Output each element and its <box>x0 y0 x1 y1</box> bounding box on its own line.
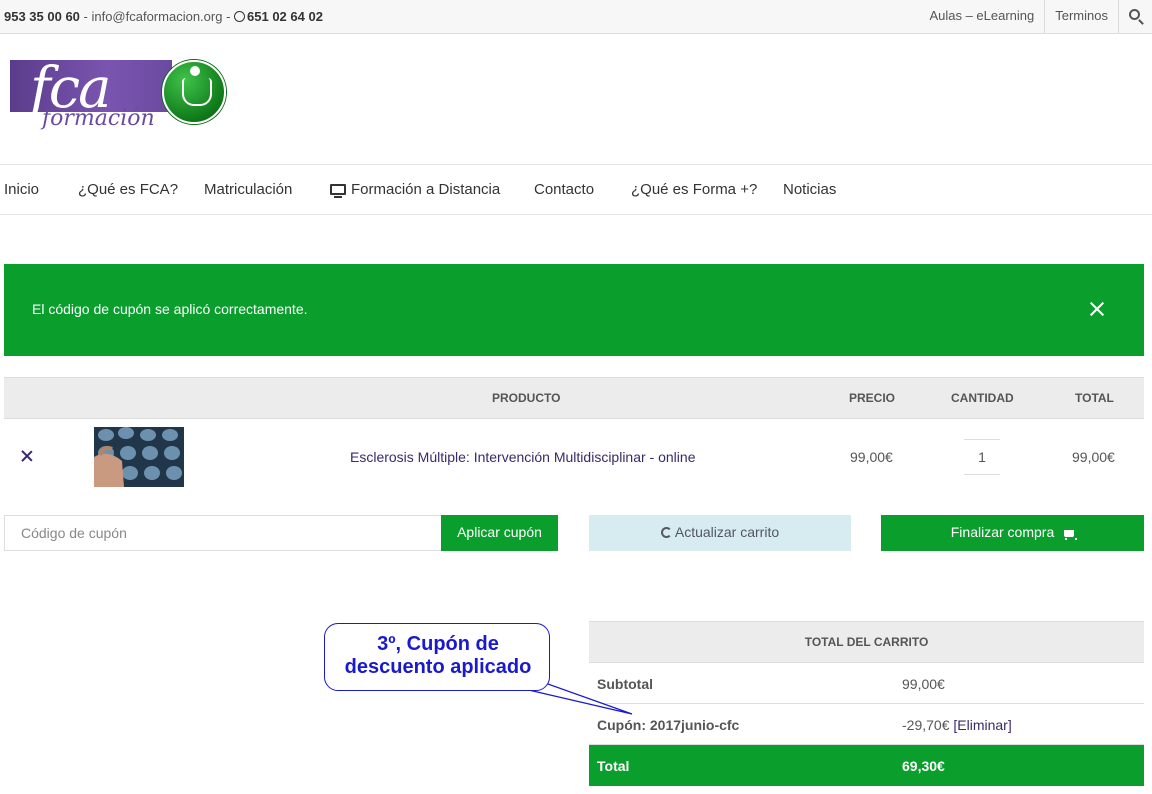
site-logo[interactable]: fca formación <box>8 56 230 146</box>
subtotal-value: 99,00€ <box>902 676 945 692</box>
nav-item-que-es-fca[interactable]: ¿Qué es FCA? <box>78 181 178 198</box>
close-icon[interactable] <box>1088 300 1106 318</box>
nav-item-matriculacion[interactable]: Matriculación <box>204 181 292 198</box>
whatsapp-number[interactable]: 651 02 64 02 <box>247 9 323 24</box>
logo-subtext: formación <box>42 106 155 131</box>
subtotal-label: Subtotal <box>597 676 653 692</box>
top-bar: 953 35 00 60 - info@fcaformacion.org - 6… <box>0 0 1152 34</box>
coupon-label: Cupón: 2017junio-cfc <box>597 717 740 733</box>
separator: - <box>222 9 235 24</box>
product-total: 99,00€ <box>1072 449 1115 465</box>
coupon-value: -29,70€ [Eliminar] <box>902 717 1012 733</box>
search-button[interactable] <box>1118 0 1152 33</box>
logo-globe-icon <box>162 60 226 124</box>
coupon-discount: -29,70€ <box>902 717 950 733</box>
quantity-input[interactable]: 1 <box>964 439 1000 475</box>
search-icon <box>1129 9 1140 20</box>
checkout-button[interactable]: Finalizar compra <box>881 515 1144 551</box>
coupon-code-input[interactable] <box>4 515 442 551</box>
remove-item-icon[interactable] <box>20 449 34 463</box>
callout-line-2: descuento aplicado <box>344 656 532 678</box>
cart-totals: TOTAL DEL CARRITO Subtotal 99,00€ Cupón:… <box>589 621 1144 786</box>
cart-icon <box>1064 530 1078 540</box>
cart-table-header: PRODUCTO PRECIO CANTIDAD TOTAL <box>4 377 1144 419</box>
nav-item-noticias[interactable]: Noticias <box>783 181 836 198</box>
nav-item-label: Formación a Distancia <box>351 181 501 198</box>
whatsapp-icon <box>234 11 246 22</box>
header-total: TOTAL <box>1075 391 1114 405</box>
annotation-callout: 3º, Cupón de descuento aplicado <box>324 623 550 691</box>
aulas-elearning-link[interactable]: Aulas – eLearning <box>919 0 1044 33</box>
top-bar-links: Aulas – eLearning Terminos <box>919 0 1152 33</box>
contact-info: 953 35 00 60 - info@fcaformacion.org - 6… <box>4 9 323 24</box>
callout-line-1: 3º, Cupón de <box>377 633 499 655</box>
header-quantity: CANTIDAD <box>951 391 1014 405</box>
total-value: 69,30€ <box>902 758 945 774</box>
product-price: 99,00€ <box>850 449 893 465</box>
cart-totals-title: TOTAL DEL CARRITO <box>804 635 929 649</box>
header-price: PRECIO <box>849 391 896 405</box>
nav-item-inicio[interactable]: Inicio <box>4 181 39 198</box>
main-nav: Inicio ¿Qué es FCA? Matriculación Formac… <box>0 164 1152 215</box>
refresh-icon <box>660 527 672 538</box>
remove-coupon-link[interactable]: [Eliminar] <box>953 717 1011 733</box>
apply-coupon-button[interactable]: Aplicar cupón <box>441 515 558 551</box>
product-name-link[interactable]: Esclerosis Múltiple: Intervención Multid… <box>350 449 695 465</box>
callout-text: 3º, Cupón de descuento aplicado <box>325 633 551 679</box>
product-image <box>94 427 184 487</box>
update-cart-button[interactable]: Actualizar carrito <box>589 515 851 551</box>
coupon-row: Cupón: 2017junio-cfc -29,70€ [Eliminar] <box>589 704 1144 745</box>
total-label: Total <box>597 758 630 774</box>
cart-totals-header: TOTAL DEL CARRITO <box>589 621 1144 663</box>
separator: - <box>79 9 92 24</box>
email-link[interactable]: info@fcaformacion.org <box>91 9 222 24</box>
update-cart-label: Actualizar carrito <box>674 524 780 540</box>
nav-item-forma-plus[interactable]: ¿Qué es Forma +? <box>631 181 757 198</box>
success-notice: El código de cupón se aplicó correctamen… <box>4 264 1144 356</box>
notice-message: El código de cupón se aplicó correctamen… <box>32 301 308 317</box>
product-thumbnail[interactable] <box>94 427 184 487</box>
nav-item-contacto[interactable]: Contacto <box>534 181 594 198</box>
subtotal-row: Subtotal 99,00€ <box>589 663 1144 704</box>
nav-item-formacion-distancia[interactable]: Formación a Distancia <box>330 181 500 198</box>
header-product: PRODUCTO <box>492 391 561 405</box>
total-row: Total 69,30€ <box>589 745 1144 786</box>
terminos-link[interactable]: Terminos <box>1044 0 1118 33</box>
phone-number[interactable]: 953 35 00 60 <box>4 9 80 24</box>
checkout-label: Finalizar compra <box>950 524 1055 540</box>
monitor-icon <box>330 184 346 198</box>
